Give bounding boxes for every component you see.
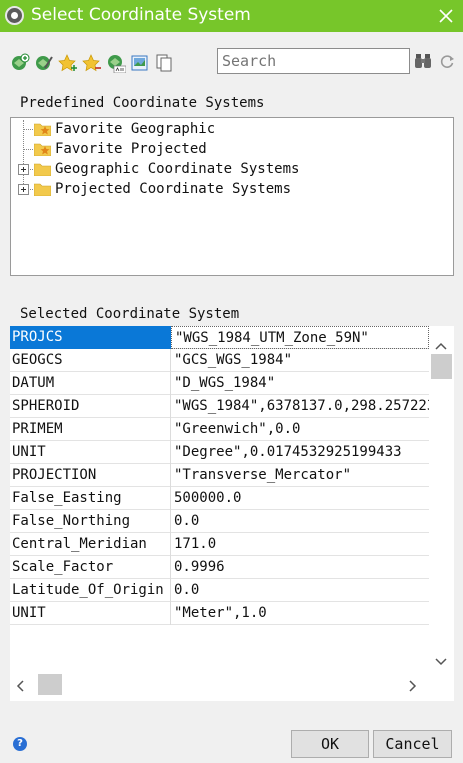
property-key: False_Northing <box>10 510 171 533</box>
property-value: "Transverse_Mercator" <box>174 467 352 483</box>
property-value: "Meter",1.0 <box>174 605 267 621</box>
property-value: "D_WGS_1984" <box>174 375 276 391</box>
property-value: "GCS_WGS_1984" <box>174 352 293 368</box>
table-row[interactable]: Scale_Factor 0.9996 <box>10 556 429 579</box>
property-key: Scale_Factor <box>10 556 171 579</box>
ok-button[interactable]: OK <box>291 730 369 758</box>
scroll-down-icon[interactable] <box>434 652 448 671</box>
tree-item-label: Projected Coordinate Systems <box>55 181 292 197</box>
tree-item-projected-coordinate-systems[interactable]: Projected Coordinate Systems <box>34 179 291 199</box>
expand-icon[interactable] <box>18 164 29 175</box>
close-button[interactable] <box>433 3 459 29</box>
search-input[interactable] <box>217 48 410 74</box>
properties-table[interactable]: PROJCS "WGS_1984_UTM_Zone_59N" GEOGCS "GCS… <box>10 326 454 701</box>
property-value: 0.9996 <box>174 559 225 575</box>
folder-star-icon <box>34 123 51 136</box>
table-row[interactable]: Central_Meridian 171.0 <box>10 533 429 556</box>
property-value: 0.0 <box>174 582 200 598</box>
property-key: PROJECTION <box>10 464 171 487</box>
property-value: 0.0 <box>174 513 200 529</box>
tree-item-label: Favorite Geographic <box>55 121 216 137</box>
property-key: UNIT <box>10 441 171 464</box>
table-row[interactable]: False_Northing 0.0 <box>10 510 429 533</box>
property-key: PROJCS <box>10 326 171 349</box>
horizontal-scrollbar[interactable] <box>10 672 429 697</box>
property-key: GEOGCS <box>10 349 171 372</box>
add-favorite-icon[interactable] <box>58 53 78 73</box>
property-value: "Greenwich",0.0 <box>174 421 301 437</box>
tree-item-label: Geographic Coordinate Systems <box>55 161 300 177</box>
property-key: Latitude_Of_Origin <box>10 579 171 602</box>
property-key: SPHEROID <box>10 395 171 418</box>
copy-icon[interactable] <box>154 53 174 73</box>
binoculars-icon[interactable] <box>415 52 431 70</box>
expand-icon[interactable] <box>18 184 29 195</box>
property-key: PRIMEM <box>10 418 171 441</box>
property-key: Central_Meridian <box>10 533 171 556</box>
scroll-left-icon[interactable] <box>15 678 25 697</box>
table-row[interactable]: UNIT "Degree",0.0174532925199433 <box>10 441 429 464</box>
table-row[interactable]: PROJECTION "Transverse_Mercator" <box>10 464 429 487</box>
table-row[interactable]: False_Easting 500000.0 <box>10 487 429 510</box>
close-icon <box>439 9 453 23</box>
property-key: False_Easting <box>10 487 171 510</box>
add-coordinate-system-icon[interactable] <box>10 53 30 73</box>
folder-icon <box>34 183 51 196</box>
folder-icon <box>34 163 51 176</box>
rename-coordinate-system-icon[interactable] <box>106 53 127 74</box>
property-value: 500000.0 <box>174 490 242 506</box>
table-row[interactable]: PRIMEM "Greenwich",0.0 <box>10 418 429 441</box>
horizontal-scroll-thumb[interactable] <box>38 674 62 695</box>
remove-favorite-icon[interactable] <box>82 53 102 73</box>
predefined-label: Predefined Coordinate Systems <box>20 95 265 111</box>
cancel-button[interactable]: Cancel <box>373 730 452 758</box>
table-row[interactable]: DATUM "D_WGS_1984" <box>10 372 429 395</box>
property-value: 171.0 <box>174 536 217 552</box>
table-row[interactable]: SPHEROID"WGS_1984",6378137.0,298.2572235… <box>10 395 429 418</box>
scroll-up-icon[interactable] <box>434 336 448 355</box>
import-icon[interactable] <box>130 53 150 73</box>
app-icon <box>5 6 24 25</box>
help-icon[interactable]: ? <box>13 737 27 751</box>
table-row[interactable]: GEOGCS "GCS_WGS_1984" <box>10 349 429 372</box>
tree-item-geographic-coordinate-systems[interactable]: Geographic Coordinate Systems <box>34 159 299 179</box>
title-bar: Select Coordinate System <box>0 0 463 32</box>
vertical-scroll-thumb[interactable] <box>431 354 452 379</box>
selected-label: Selected Coordinate System <box>20 306 240 322</box>
table-row[interactable]: PROJCS "WGS_1984_UTM_Zone_59N" <box>10 326 429 349</box>
folder-star-icon <box>34 143 51 156</box>
property-value: "WGS_1984",6378137.0,298.257223563 <box>174 398 429 414</box>
tree-item-favorite-projected[interactable]: Favorite Projected <box>34 139 207 159</box>
property-value: "WGS_1984_UTM_Zone_59N" <box>171 326 429 349</box>
predefined-tree[interactable]: Favorite Geographic Favorite Projected G… <box>10 117 454 276</box>
property-key: DATUM <box>10 372 171 395</box>
scroll-right-icon[interactable] <box>408 678 418 697</box>
table-row[interactable]: UNIT "Meter",1.0 <box>10 602 429 625</box>
tree-item-favorite-geographic[interactable]: Favorite Geographic <box>34 119 215 139</box>
property-value: "Degree",0.0174532925199433 <box>174 444 402 460</box>
edit-coordinate-system-icon[interactable] <box>34 53 54 73</box>
refresh-icon[interactable] <box>439 53 455 69</box>
table-row[interactable]: Latitude_Of_Origin 0.0 <box>10 579 429 602</box>
tree-item-label: Favorite Projected <box>55 141 207 157</box>
property-key: UNIT <box>10 602 171 625</box>
window-title: Select Coordinate System <box>31 5 251 25</box>
